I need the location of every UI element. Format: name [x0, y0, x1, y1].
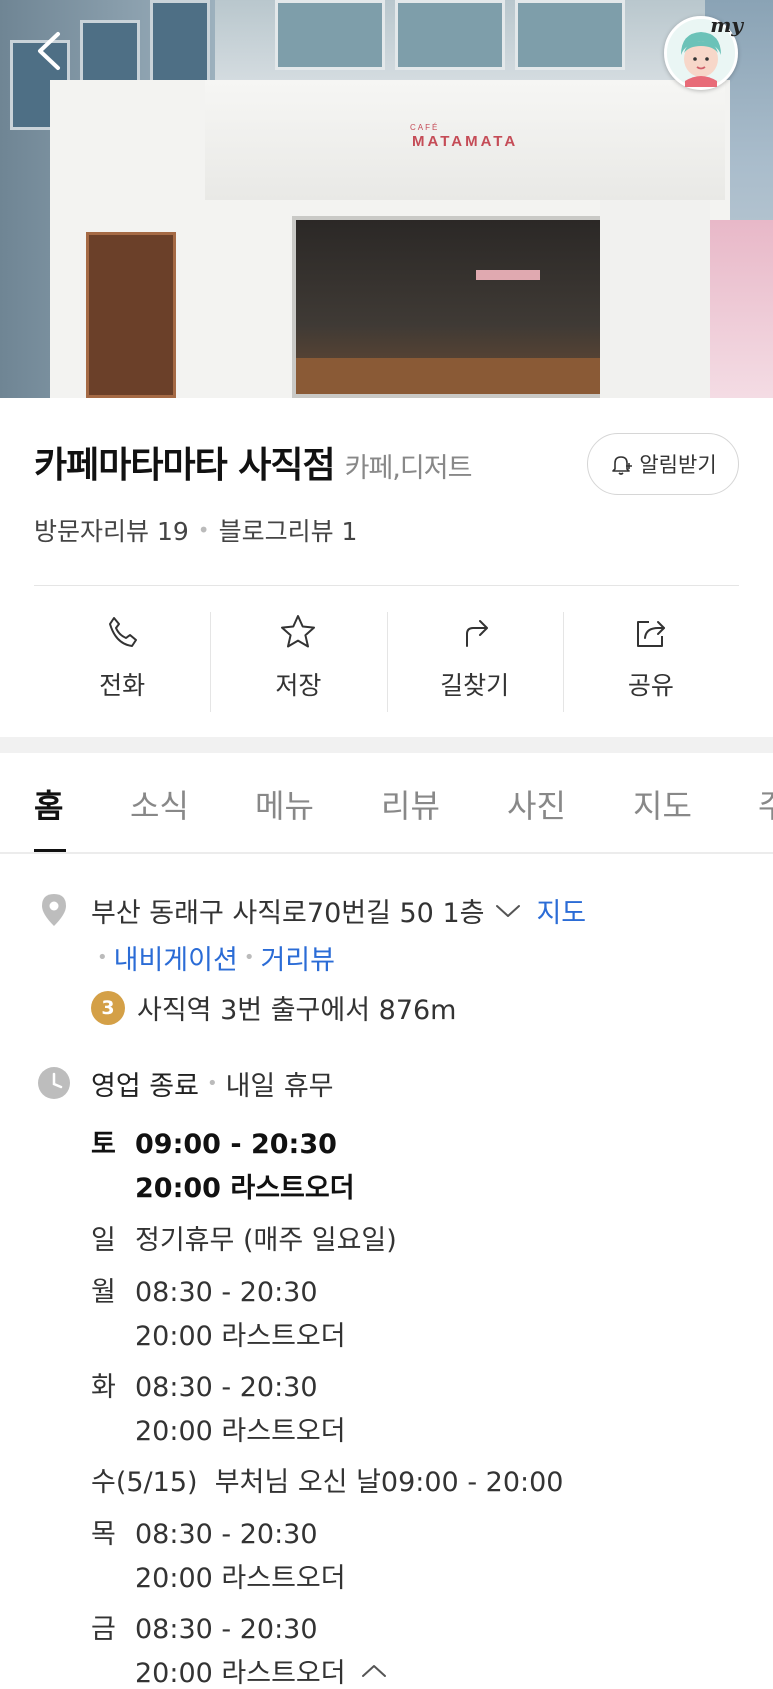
status-text: 영업 종료	[91, 1071, 199, 1102]
place-name: 카페마타마타 사직점	[34, 445, 336, 486]
chevron-down-icon[interactable]	[494, 901, 522, 921]
bell-plus-icon	[612, 456, 633, 475]
back-button[interactable]	[30, 26, 70, 76]
next-status-text: 내일 휴무	[225, 1071, 334, 1102]
separator-dot: •	[243, 947, 255, 968]
hours-row-sun: 일 정기휴무 (매주 일요일)	[91, 1218, 397, 1257]
hours-row-tue: 화 08:30 - 20:30	[91, 1365, 318, 1404]
hours-note: 20:00 라스트오더	[135, 1173, 355, 1204]
tab-menu[interactable]: 메뉴	[255, 781, 314, 827]
hours-note: 20:00 라스트오더	[135, 1658, 346, 1689]
hours-time: 08:30 - 20:30	[135, 1372, 318, 1403]
upper-floor	[215, 0, 705, 90]
hours-time: 08:30 - 20:30	[135, 1614, 318, 1645]
address-row: 부산 동래구 사직로70번길 50 1층 지도	[91, 891, 586, 930]
save-label: 저장	[275, 671, 322, 700]
hours-day: 토	[91, 1129, 116, 1160]
cafe-sign: MATAMATA	[412, 133, 519, 150]
review-counts: 방문자리뷰 19 • 블로그리뷰 1	[34, 512, 357, 548]
separator-dot: •	[97, 947, 108, 968]
separator-dot: •	[197, 518, 210, 542]
hours-row-fri: 금 08:30 - 20:30	[91, 1607, 318, 1646]
directions-button[interactable]: 길찾기	[386, 612, 563, 712]
alarm-subscribe-label: 알림받기	[639, 453, 717, 477]
cafe-storefront-window	[292, 216, 612, 398]
cafe-side-door	[86, 232, 176, 398]
directions-icon	[465, 620, 488, 647]
share-icon	[636, 621, 665, 647]
navigation-links: • 내비게이션 • 거리뷰	[91, 938, 335, 977]
hours-time: 08:30 - 20:30	[135, 1277, 318, 1308]
star-icon	[281, 615, 316, 648]
hours-time: 08:30 - 20:30	[135, 1519, 318, 1550]
active-tab-indicator	[34, 849, 66, 852]
hours-day: 금	[91, 1614, 116, 1645]
hours-note: 20:00 라스트오더	[135, 1321, 346, 1352]
tab-news[interactable]: 소식	[130, 781, 189, 827]
hours-day: 수(5/15)	[91, 1467, 198, 1498]
directions-label: 길찾기	[440, 671, 510, 700]
alarm-subscribe-button[interactable]: 알림받기	[587, 433, 739, 495]
hours-row-thu: 목 08:30 - 20:30	[91, 1512, 318, 1551]
hours-row-wed: 수(5/15) 부처님 오신 날09:00 - 20:00	[91, 1460, 563, 1499]
hours-day: 화	[91, 1372, 116, 1403]
business-status[interactable]: 영업 종료 • 내일 휴무	[91, 1064, 334, 1103]
hero-photo[interactable]: CAFÉ MATAMATA	[0, 0, 773, 398]
streetview-link[interactable]: 거리뷰	[260, 938, 335, 977]
visitor-reviews-link[interactable]: 방문자리뷰 19	[34, 512, 189, 548]
subway-line-badge: 3	[91, 990, 125, 1025]
tab-bar: 홈 소식 메뉴 리뷰 사진 지도 주	[0, 753, 773, 854]
my-badge: my	[710, 13, 743, 37]
navigation-link[interactable]: 내비게이션	[114, 938, 238, 977]
divider	[34, 585, 739, 586]
tab-photos[interactable]: 사진	[507, 781, 566, 827]
location-pin-icon	[42, 894, 66, 926]
hours-note: 20:00 라스트오더	[135, 1416, 346, 1447]
address-text: 부산 동래구 사직로70번길 50 1층	[91, 898, 485, 929]
separator-dot: •	[206, 1073, 218, 1094]
hours-day: 목	[91, 1519, 116, 1550]
call-label: 전화	[99, 671, 146, 700]
hours-note-last: 20:00 라스트오더	[135, 1651, 388, 1689]
call-button[interactable]: 전화	[34, 612, 210, 712]
hours-day: 일	[91, 1225, 116, 1256]
tab-more[interactable]: 주	[758, 781, 773, 827]
subway-row: 3 사직역 3번 출구에서 876m	[91, 988, 456, 1027]
hours-time: 09:00 - 20:30	[135, 1129, 337, 1160]
place-title-row: 카페마타마타 사직점 카페,디저트	[34, 436, 473, 488]
hours-row-mon: 월 08:30 - 20:30	[91, 1270, 318, 1309]
hours-day: 월	[91, 1277, 116, 1308]
share-label: 공유	[627, 671, 674, 700]
section-separator	[0, 737, 773, 753]
tab-home[interactable]: 홈	[34, 781, 63, 827]
clock-icon	[38, 1067, 70, 1099]
quick-actions: 전화 저장 길찾기 공유	[34, 612, 739, 712]
tab-map[interactable]: 지도	[633, 781, 692, 827]
chevron-left-icon	[38, 32, 60, 70]
map-link[interactable]: 지도	[536, 891, 586, 930]
my-profile-avatar[interactable]: my	[664, 13, 743, 90]
hours-time: 정기휴무 (매주 일요일)	[135, 1225, 397, 1256]
hours-note: 20:00 라스트오더	[135, 1563, 346, 1594]
share-button[interactable]: 공유	[562, 612, 739, 712]
neighbor-shop	[710, 220, 773, 398]
save-button[interactable]: 저장	[210, 612, 386, 712]
subway-distance: 사직역 3번 출구에서 876m	[137, 995, 457, 1026]
place-category: 카페,디저트	[344, 453, 473, 484]
chevron-up-icon[interactable]	[360, 1661, 388, 1681]
cafe-sign-small: CAFÉ	[410, 123, 440, 132]
hours-row-sat: 토 09:00 - 20:30	[91, 1122, 337, 1161]
tab-reviews[interactable]: 리뷰	[381, 781, 440, 827]
phone-icon	[109, 617, 138, 647]
cafe-pillar	[600, 200, 710, 398]
blog-reviews-link[interactable]: 블로그리뷰 1	[219, 512, 358, 548]
hours-time: 부처님 오신 날09:00 - 20:00	[214, 1467, 564, 1498]
